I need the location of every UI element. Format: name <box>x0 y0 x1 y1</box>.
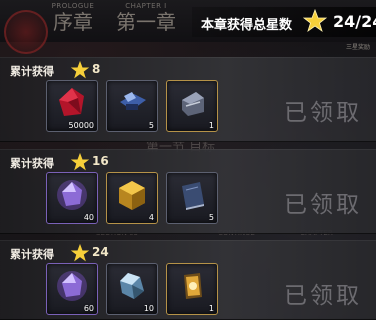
reward-item[interactable]: 60 <box>46 263 98 315</box>
star-reward-note: 三星奖励 <box>345 44 370 51</box>
reward-item[interactable]: 5 <box>166 172 218 224</box>
star-icon <box>303 9 327 33</box>
reward-row: 累计获得 8 50000 5 1 已领取 <box>0 57 376 142</box>
chapter-stars-label: 本章获得总星数 <box>201 18 293 33</box>
star-icon <box>70 152 90 171</box>
reward-item[interactable]: 10 <box>106 263 158 315</box>
reward-item-quantity: 40 <box>83 213 94 222</box>
tab-prologue[interactable]: PROLOGUE 序章 <box>48 2 98 34</box>
gold-cube-icon <box>119 181 145 210</box>
reward-item[interactable]: 50000 <box>46 80 98 132</box>
reward-row-label: 累计获得 <box>10 157 54 170</box>
tab-prologue-zh: 序章 <box>53 10 93 34</box>
chapter-stars-count: 24/24 <box>333 12 376 31</box>
claimed-label: 已领取 <box>284 283 362 309</box>
blue-shard-icon <box>120 273 144 299</box>
reward-row: 累计获得 24 60 10 1 已领取 <box>0 240 376 320</box>
claimed-label: 已领取 <box>284 100 362 126</box>
reward-item-quantity: 10 <box>143 304 154 313</box>
tab-chapter-1-zh: 第一章 <box>116 10 176 34</box>
reward-item-quantity: 1 <box>208 304 214 313</box>
star-icon <box>70 60 90 79</box>
reward-item-quantity: 5 <box>208 213 214 222</box>
red-gem-icon <box>59 88 84 116</box>
reward-item-quantity: 1 <box>208 121 214 130</box>
reward-item[interactable]: 40 <box>46 172 98 224</box>
blue-material-icon <box>120 92 146 110</box>
reward-item-quantity: 50000 <box>68 121 94 130</box>
reward-row: 累计获得 16 40 4 5 已领取 <box>0 149 376 234</box>
star-icon <box>70 243 90 262</box>
tab-prologue-en: PROLOGUE <box>51 2 95 10</box>
reward-row-required-stars: 16 <box>92 154 109 168</box>
reward-row-required-stars: 24 <box>92 245 109 259</box>
reward-item[interactable]: 1 <box>166 263 218 315</box>
book-icon <box>182 182 204 210</box>
gold-card-icon <box>184 273 202 299</box>
reward-item[interactable]: 5 <box>106 80 158 132</box>
reward-item[interactable]: 1 <box>166 80 218 132</box>
reward-item[interactable]: 4 <box>106 172 158 224</box>
skull-emblem-icon <box>4 10 48 54</box>
reward-row-label: 累计获得 <box>10 248 54 261</box>
tab-chapter-1[interactable]: CHAPTER I 第一章 <box>114 2 178 34</box>
claimed-label: 已领取 <box>284 192 362 218</box>
tab-chapter-1-en: CHAPTER I <box>125 2 167 10</box>
reward-row-label: 累计获得 <box>10 65 54 78</box>
gray-material-icon <box>182 92 204 116</box>
reward-row-required-stars: 8 <box>92 62 101 76</box>
reward-item-quantity: 60 <box>83 304 94 313</box>
reward-item-quantity: 4 <box>148 213 154 222</box>
purple-crystal-icon <box>57 271 87 301</box>
purple-crystal-icon <box>57 180 87 210</box>
reward-item-quantity: 5 <box>148 121 154 130</box>
